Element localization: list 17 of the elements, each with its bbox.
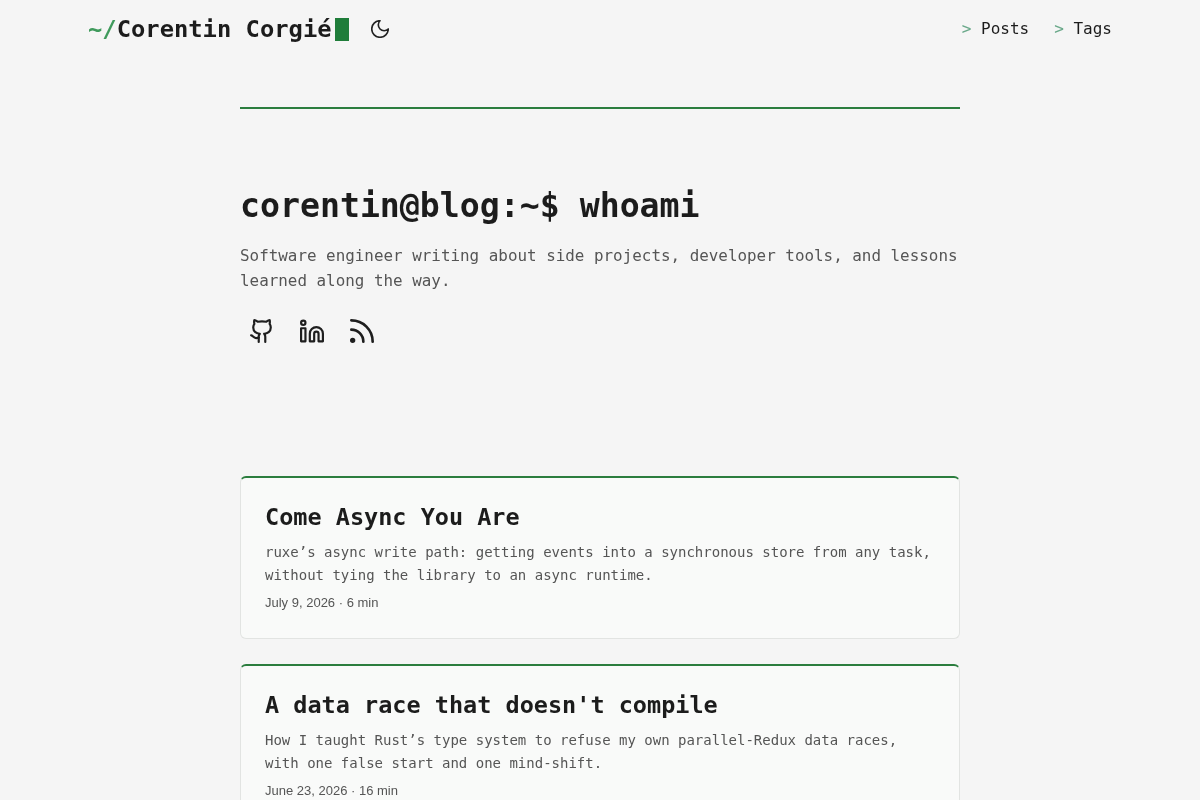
post-date: June 23, 2026 · 16 min xyxy=(265,782,399,800)
post-date: July 9, 2026 · 6 min xyxy=(265,594,380,612)
site-title-link[interactable]: ~/Corentin Corgié xyxy=(88,14,332,44)
github-icon xyxy=(250,319,274,343)
nav-link[interactable]: > Posts xyxy=(961,17,1030,41)
bio-text: Software engineer writing about side projects, developer tools, and lessons learned along the way. xyxy=(240,244,959,292)
rss-icon xyxy=(350,319,374,343)
post-summary: ruxe’s async write path: getting events into a synchronous store from any task, without tying the library to an async runtime. xyxy=(265,542,932,585)
linkedin-icon xyxy=(300,319,324,343)
post-title-link[interactable]: A data race that doesn't compile xyxy=(265,691,718,719)
page-heading: corentin@blog:~$ whoami xyxy=(240,186,700,226)
post-title-link[interactable]: Come Async You Are xyxy=(265,503,520,531)
post-summary: How I taught Rust’s type system to refuse my own parallel-Redux data races, with one false start and one mind-shift. xyxy=(265,730,899,773)
moon-icon xyxy=(370,20,389,38)
theme-toggle-button[interactable] xyxy=(370,20,389,38)
nav-link[interactable]: > Tags xyxy=(1054,17,1112,41)
cursor-icon xyxy=(334,17,349,41)
